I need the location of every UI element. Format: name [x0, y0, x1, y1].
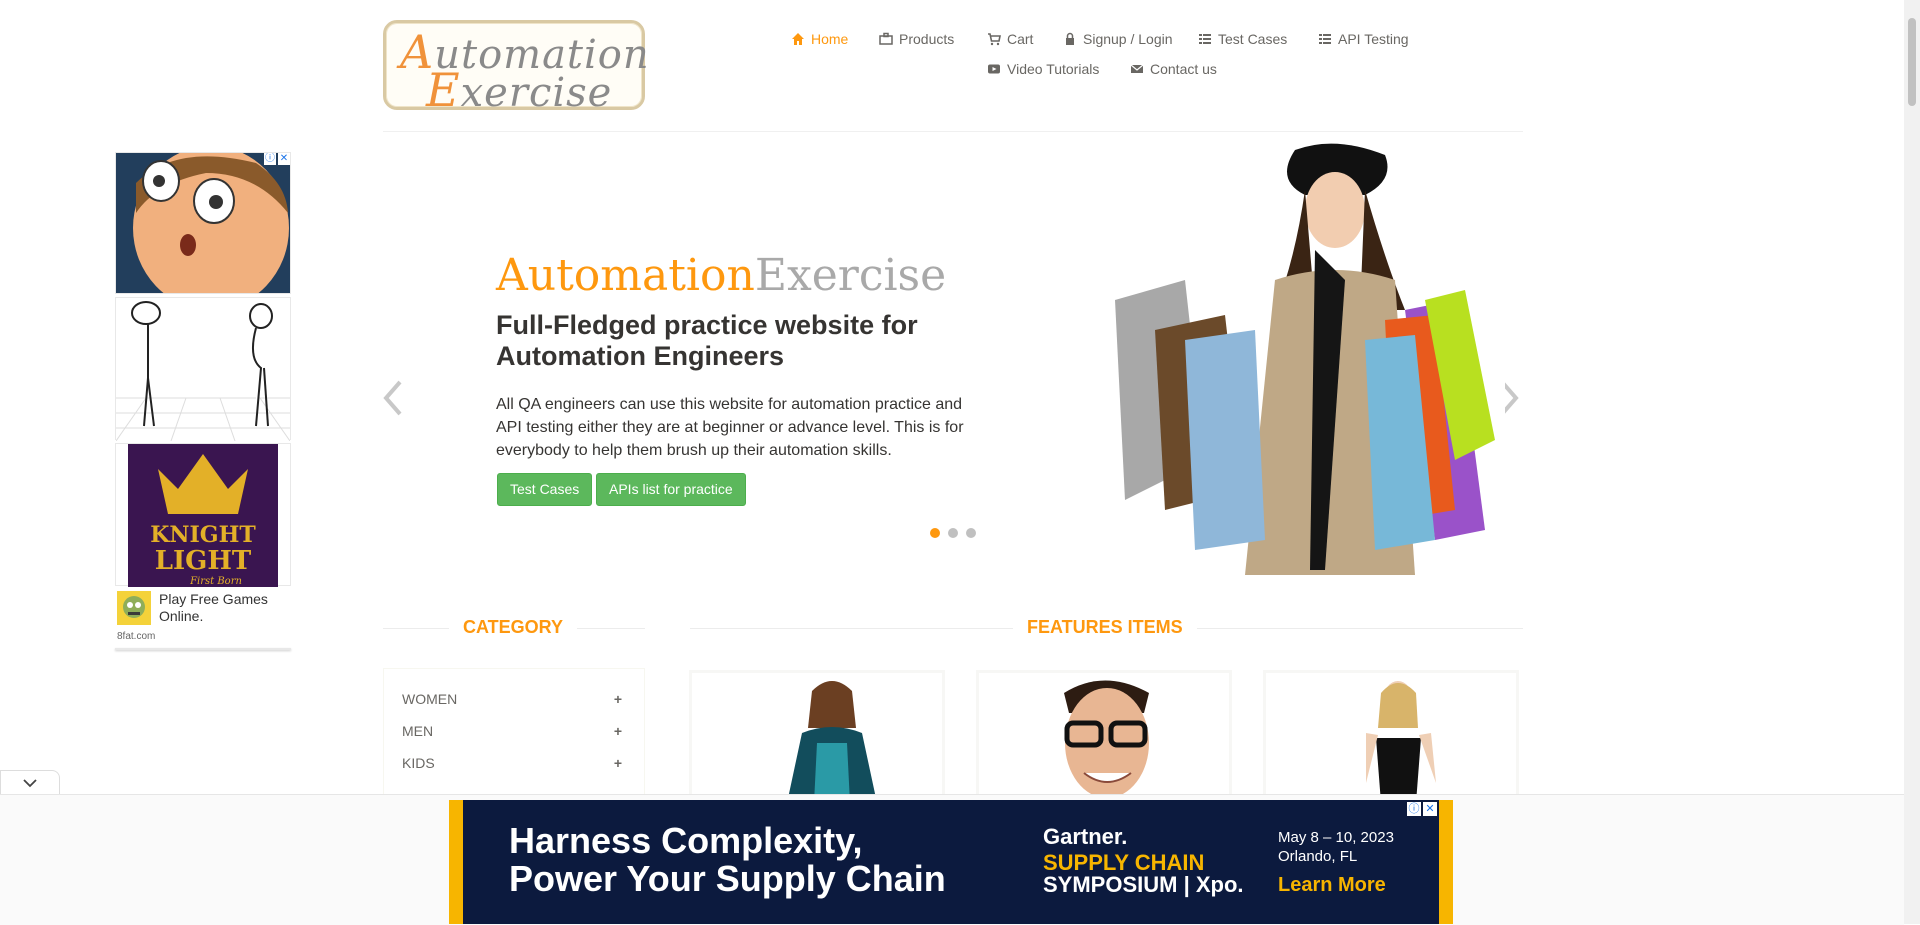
slider-dot-2[interactable] — [948, 528, 958, 538]
list-icon — [1199, 34, 1211, 44]
home-icon — [792, 33, 804, 45]
poster-title-2: LIGHT — [155, 546, 252, 576]
play-free-games-row[interactable]: Play Free Games Online. — [115, 589, 291, 625]
nav-video-label: Video Tutorials — [1007, 61, 1100, 77]
list-icon — [1319, 34, 1331, 44]
ad-cartoon-face-image[interactable]: ⓘ ✕ — [115, 152, 291, 294]
test-cases-button[interactable]: Test Cases — [497, 473, 593, 506]
nav-test-cases[interactable]: Test Cases — [1198, 31, 1287, 47]
category-women[interactable]: WOMEN + — [402, 691, 622, 707]
product-image-man-glasses — [1064, 680, 1149, 797]
slider-dot-3[interactable] — [966, 528, 976, 538]
nav-products[interactable]: Products — [879, 31, 954, 47]
nav-home[interactable]: Home — [791, 31, 848, 47]
features-items-title: FEATURES ITEMS — [1013, 617, 1197, 638]
side-ad[interactable]: ⓘ ✕ KNIGHT LIGHT First Born Play Free Ga… — [115, 152, 291, 828]
apis-list-button[interactable]: APIs list for practice — [596, 473, 746, 506]
nav-products-label: Products — [899, 31, 955, 47]
category-kids-label: KIDS — [402, 755, 435, 771]
banner-headline-2: Power Your Supply Chain — [509, 858, 946, 899]
category-men[interactable]: MEN + — [402, 723, 622, 739]
gartner-banner-ad[interactable]: Harness Complexity, Power Your Supply Ch… — [449, 800, 1453, 924]
envelope-icon — [1130, 64, 1144, 73]
play-free-games-text[interactable]: Play Free Games Online. — [159, 591, 291, 625]
ad-divider — [115, 648, 291, 650]
banner-info-close[interactable]: ⓘ ✕ — [1407, 802, 1437, 816]
slider-prev-arrow[interactable] — [380, 378, 404, 418]
nav-signup-label: Signup / Login — [1083, 31, 1173, 47]
slider-paragraph: All QA engineers can use this website fo… — [496, 396, 964, 459]
poster-title-1: KNIGHT — [150, 522, 256, 548]
nav-api-testing[interactable]: API Testing — [1318, 31, 1409, 47]
banner-headline: Harness Complexity, Power Your Supply Ch… — [509, 822, 946, 898]
product-image-woman-teal — [788, 681, 876, 797]
ad-info-close[interactable]: ⓘ ✕ — [264, 153, 290, 165]
category-panel: WOMEN + MEN + KIDS + — [383, 668, 645, 798]
ad-poster: KNIGHT LIGHT First Born — [128, 444, 278, 587]
product-card[interactable] — [689, 670, 945, 800]
nav-cart-label: Cart — [1007, 31, 1034, 47]
slider-brand-a: Automation — [496, 250, 755, 301]
nav-signup-login[interactable]: Signup / Login — [1063, 31, 1173, 47]
learn-more-link[interactable]: Learn More — [1278, 874, 1386, 897]
nav-cart[interactable]: Cart — [987, 31, 1033, 47]
page-scrollbar[interactable] — [1904, 0, 1920, 924]
lock-icon — [1066, 32, 1074, 45]
product-image-woman-black-top — [1366, 681, 1436, 797]
slider-brand: AutomationExercise — [496, 250, 946, 301]
cart-icon — [988, 33, 1001, 46]
poster-subtitle: First Born — [189, 576, 242, 587]
slider-dots — [930, 528, 976, 538]
briefcase-icon — [879, 32, 893, 45]
category-title: CATEGORY — [449, 617, 578, 638]
category-women-label: WOMEN — [402, 691, 458, 707]
header-divider — [383, 131, 1523, 132]
hero-girl-shopping-image — [1015, 140, 1505, 575]
info-icon[interactable]: ⓘ — [1407, 802, 1421, 816]
product-card[interactable] — [1263, 670, 1519, 800]
banner-headline-1: Harness Complexity, — [509, 820, 863, 861]
youtube-icon — [988, 64, 1000, 74]
chevron-down-icon — [23, 779, 37, 788]
slider-dot-1[interactable] — [930, 528, 940, 538]
ad-domain[interactable]: 8fat.com — [115, 625, 291, 642]
close-icon[interactable]: ✕ — [278, 153, 290, 165]
scrollbar-thumb[interactable] — [1908, 18, 1916, 106]
hide-bottom-ad-tab[interactable] — [0, 770, 60, 795]
product-card[interactable] — [976, 670, 1232, 800]
info-icon[interactable]: ⓘ — [264, 153, 276, 165]
nav-test-cases-label: Test Cases — [1218, 31, 1288, 47]
ad-knight-of-light-image[interactable]: KNIGHT LIGHT First Born — [115, 443, 291, 587]
event-date: May 8 – 10, 2023 Orlando, FL — [1278, 828, 1394, 866]
zombie-game-thumbnail — [117, 591, 151, 625]
nav-contact-label: Contact us — [1150, 61, 1217, 77]
category-men-label: MEN — [402, 723, 434, 739]
nav-home-label: Home — [811, 31, 849, 47]
logo-text-2: xercise — [460, 70, 613, 116]
category-kids[interactable]: KIDS + — [402, 755, 622, 771]
nav-contact-us[interactable]: Contact us — [1130, 61, 1217, 77]
nav-api-testing-label: API Testing — [1338, 31, 1409, 47]
plus-icon[interactable]: + — [614, 755, 622, 771]
symposium-text: SYMPOSIUM | Xpo. — [1043, 872, 1244, 897]
close-icon[interactable]: ✕ — [1423, 802, 1437, 816]
site-logo[interactable]: Automation Exercise — [383, 20, 649, 117]
gartner-logo: Gartner. — [1043, 824, 1128, 849]
nav-video-tutorials[interactable]: Video Tutorials — [987, 61, 1099, 77]
logo-cap-e: E — [426, 63, 461, 117]
slider-heading: Full-Fledged practice website for Automa… — [496, 310, 918, 371]
ad-stick-figures-image[interactable] — [115, 297, 291, 442]
plus-icon[interactable]: + — [614, 723, 622, 739]
event-location: Orlando, FL — [1278, 848, 1358, 865]
slider-brand-b: Exercise — [754, 250, 947, 301]
plus-icon[interactable]: + — [614, 691, 622, 707]
event-date-line: May 8 – 10, 2023 — [1278, 829, 1394, 846]
